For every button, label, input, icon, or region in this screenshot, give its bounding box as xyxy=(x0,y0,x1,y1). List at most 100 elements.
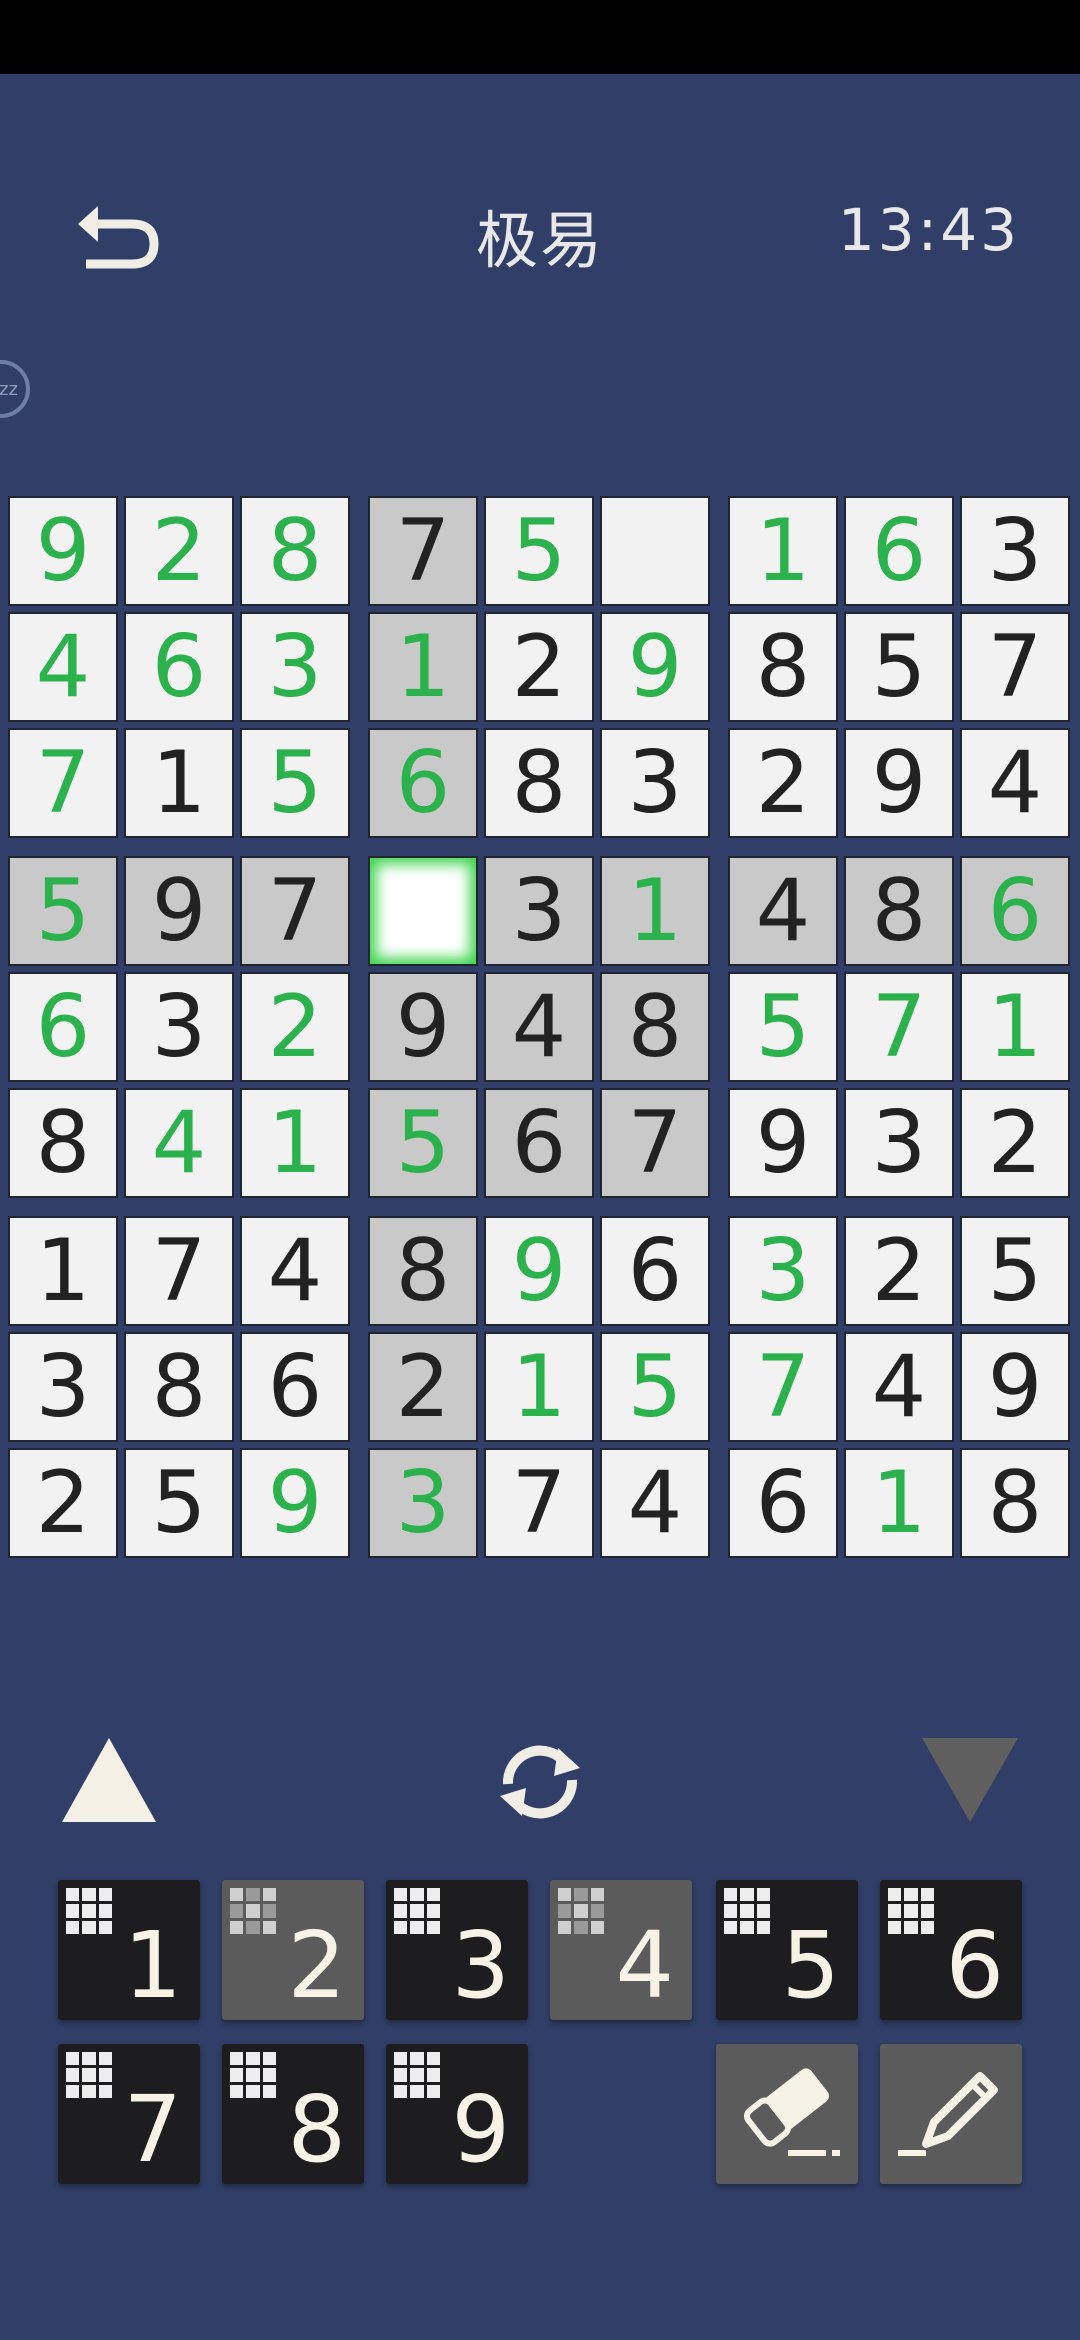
number-key-5[interactable]: 5 xyxy=(716,1880,858,2020)
sudoku-cell[interactable]: 7 xyxy=(124,1216,234,1326)
sudoku-cell[interactable]: 8 xyxy=(484,728,594,838)
sudoku-cell[interactable]: 6 xyxy=(960,856,1070,966)
sudoku-cell[interactable]: 6 xyxy=(8,972,118,1082)
sudoku-cell[interactable]: 7 xyxy=(240,856,350,966)
sudoku-cell[interactable]: 3 xyxy=(600,728,710,838)
sudoku-cell[interactable]: 8 xyxy=(8,1088,118,1198)
sudoku-cell[interactable]: 1 xyxy=(124,728,234,838)
number-key-9[interactable]: 9 xyxy=(386,2044,528,2184)
sudoku-cell[interactable]: 9 xyxy=(728,1088,838,1198)
sudoku-cell[interactable]: 1 xyxy=(960,972,1070,1082)
sudoku-cell[interactable]: 4 xyxy=(484,972,594,1082)
sudoku-cell[interactable]: 9 xyxy=(124,856,234,966)
game-timer: 13:43 xyxy=(837,196,1020,264)
sudoku-cell[interactable]: 7 xyxy=(728,1332,838,1442)
arrow-down-icon[interactable] xyxy=(922,1738,1018,1822)
sudoku-cell[interactable]: 2 xyxy=(844,1216,954,1326)
sudoku-cell[interactable]: 8 xyxy=(728,612,838,722)
sudoku-cell[interactable]: 2 xyxy=(240,972,350,1082)
sudoku-cell[interactable]: 2 xyxy=(124,496,234,606)
sudoku-cell[interactable]: 2 xyxy=(728,728,838,838)
number-key-8[interactable]: 8 xyxy=(222,2044,364,2184)
pencil-button[interactable] xyxy=(880,2044,1022,2184)
sudoku-cell[interactable]: 1 xyxy=(600,856,710,966)
sudoku-cell[interactable]: 8 xyxy=(240,496,350,606)
sudoku-cell[interactable]: 6 xyxy=(368,728,478,838)
sudoku-cell[interactable]: 5 xyxy=(960,1216,1070,1326)
sudoku-cell[interactable]: 8 xyxy=(368,1216,478,1326)
refresh-icon[interactable] xyxy=(488,1732,592,1832)
sudoku-cell[interactable]: 1 xyxy=(368,612,478,722)
sudoku-cell[interactable]: 1 xyxy=(728,496,838,606)
sudoku-cell[interactable]: 5 xyxy=(728,972,838,1082)
sudoku-cell[interactable]: 2 xyxy=(960,1088,1070,1198)
sudoku-cell[interactable]: 1 xyxy=(844,1448,954,1558)
number-key-label: 6 xyxy=(945,1912,1004,2019)
number-key-7[interactable]: 7 xyxy=(58,2044,200,2184)
sudoku-cell[interactable]: 4 xyxy=(728,856,838,966)
sudoku-cell[interactable]: 9 xyxy=(960,1332,1070,1442)
sudoku-cell[interactable] xyxy=(368,856,478,966)
number-key-4[interactable]: 4 xyxy=(550,1880,692,2020)
sudoku-cell[interactable]: 4 xyxy=(844,1332,954,1442)
sudoku-cell[interactable]: 9 xyxy=(844,728,954,838)
sudoku-cell[interactable]: 7 xyxy=(844,972,954,1082)
sudoku-cell[interactable]: 6 xyxy=(484,1088,594,1198)
sudoku-cell[interactable]: 1 xyxy=(240,1088,350,1198)
sudoku-cell[interactable]: 6 xyxy=(844,496,954,606)
sudoku-cell[interactable]: 3 xyxy=(8,1332,118,1442)
sudoku-cell[interactable]: 8 xyxy=(124,1332,234,1442)
arrow-up-icon[interactable] xyxy=(62,1738,156,1822)
sudoku-cell[interactable]: 7 xyxy=(484,1448,594,1558)
sudoku-cell[interactable]: 3 xyxy=(368,1448,478,1558)
sudoku-cell[interactable]: 5 xyxy=(240,728,350,838)
sudoku-cell[interactable]: 8 xyxy=(960,1448,1070,1558)
sudoku-cell[interactable]: 5 xyxy=(8,856,118,966)
eraser-button[interactable] xyxy=(716,2044,858,2184)
sudoku-cell[interactable]: 9 xyxy=(600,612,710,722)
sudoku-cell[interactable]: 8 xyxy=(600,972,710,1082)
sudoku-cell[interactable]: 7 xyxy=(8,728,118,838)
sudoku-cell[interactable]: 6 xyxy=(240,1332,350,1442)
sudoku-cell[interactable]: 3 xyxy=(844,1088,954,1198)
sudoku-cell[interactable]: 6 xyxy=(600,1216,710,1326)
number-key-2[interactable]: 2 xyxy=(222,1880,364,2020)
sudoku-cell[interactable]: 6 xyxy=(728,1448,838,1558)
sudoku-cell[interactable]: 3 xyxy=(240,612,350,722)
number-key-6[interactable]: 6 xyxy=(880,1880,1022,2020)
pause-button[interactable]: zz xyxy=(0,360,30,418)
sudoku-cell[interactable]: 9 xyxy=(8,496,118,606)
sudoku-cell[interactable]: 5 xyxy=(124,1448,234,1558)
sudoku-board: 9287516346312985771568329459731486632948… xyxy=(8,496,1072,1558)
sudoku-cell[interactable]: 4 xyxy=(600,1448,710,1558)
sudoku-cell[interactable]: 8 xyxy=(844,856,954,966)
sudoku-cell[interactable]: 4 xyxy=(8,612,118,722)
sudoku-cell[interactable]: 1 xyxy=(484,1332,594,1442)
sudoku-cell[interactable]: 5 xyxy=(600,1332,710,1442)
sudoku-cell[interactable]: 7 xyxy=(368,496,478,606)
sudoku-cell[interactable]: 2 xyxy=(8,1448,118,1558)
sudoku-cell[interactable]: 4 xyxy=(960,728,1070,838)
note-grid-icon xyxy=(66,2052,112,2098)
sudoku-cell[interactable]: 3 xyxy=(728,1216,838,1326)
sudoku-cell[interactable]: 3 xyxy=(960,496,1070,606)
sudoku-cell[interactable]: 9 xyxy=(368,972,478,1082)
sudoku-cell[interactable]: 2 xyxy=(484,612,594,722)
sudoku-cell[interactable]: 6 xyxy=(124,612,234,722)
sudoku-cell[interactable]: 7 xyxy=(600,1088,710,1198)
sudoku-cell[interactable]: 9 xyxy=(240,1448,350,1558)
sudoku-cell[interactable]: 9 xyxy=(484,1216,594,1326)
sudoku-cell[interactable] xyxy=(600,496,710,606)
sudoku-cell[interactable]: 5 xyxy=(368,1088,478,1198)
sudoku-cell[interactable]: 3 xyxy=(124,972,234,1082)
sudoku-cell[interactable]: 4 xyxy=(240,1216,350,1326)
sudoku-cell[interactable]: 4 xyxy=(124,1088,234,1198)
sudoku-cell[interactable]: 7 xyxy=(960,612,1070,722)
sudoku-cell[interactable]: 1 xyxy=(8,1216,118,1326)
sudoku-cell[interactable]: 5 xyxy=(484,496,594,606)
sudoku-cell[interactable]: 2 xyxy=(368,1332,478,1442)
sudoku-cell[interactable]: 5 xyxy=(844,612,954,722)
number-key-1[interactable]: 1 xyxy=(58,1880,200,2020)
sudoku-cell[interactable]: 3 xyxy=(484,856,594,966)
number-key-3[interactable]: 3 xyxy=(386,1880,528,2020)
